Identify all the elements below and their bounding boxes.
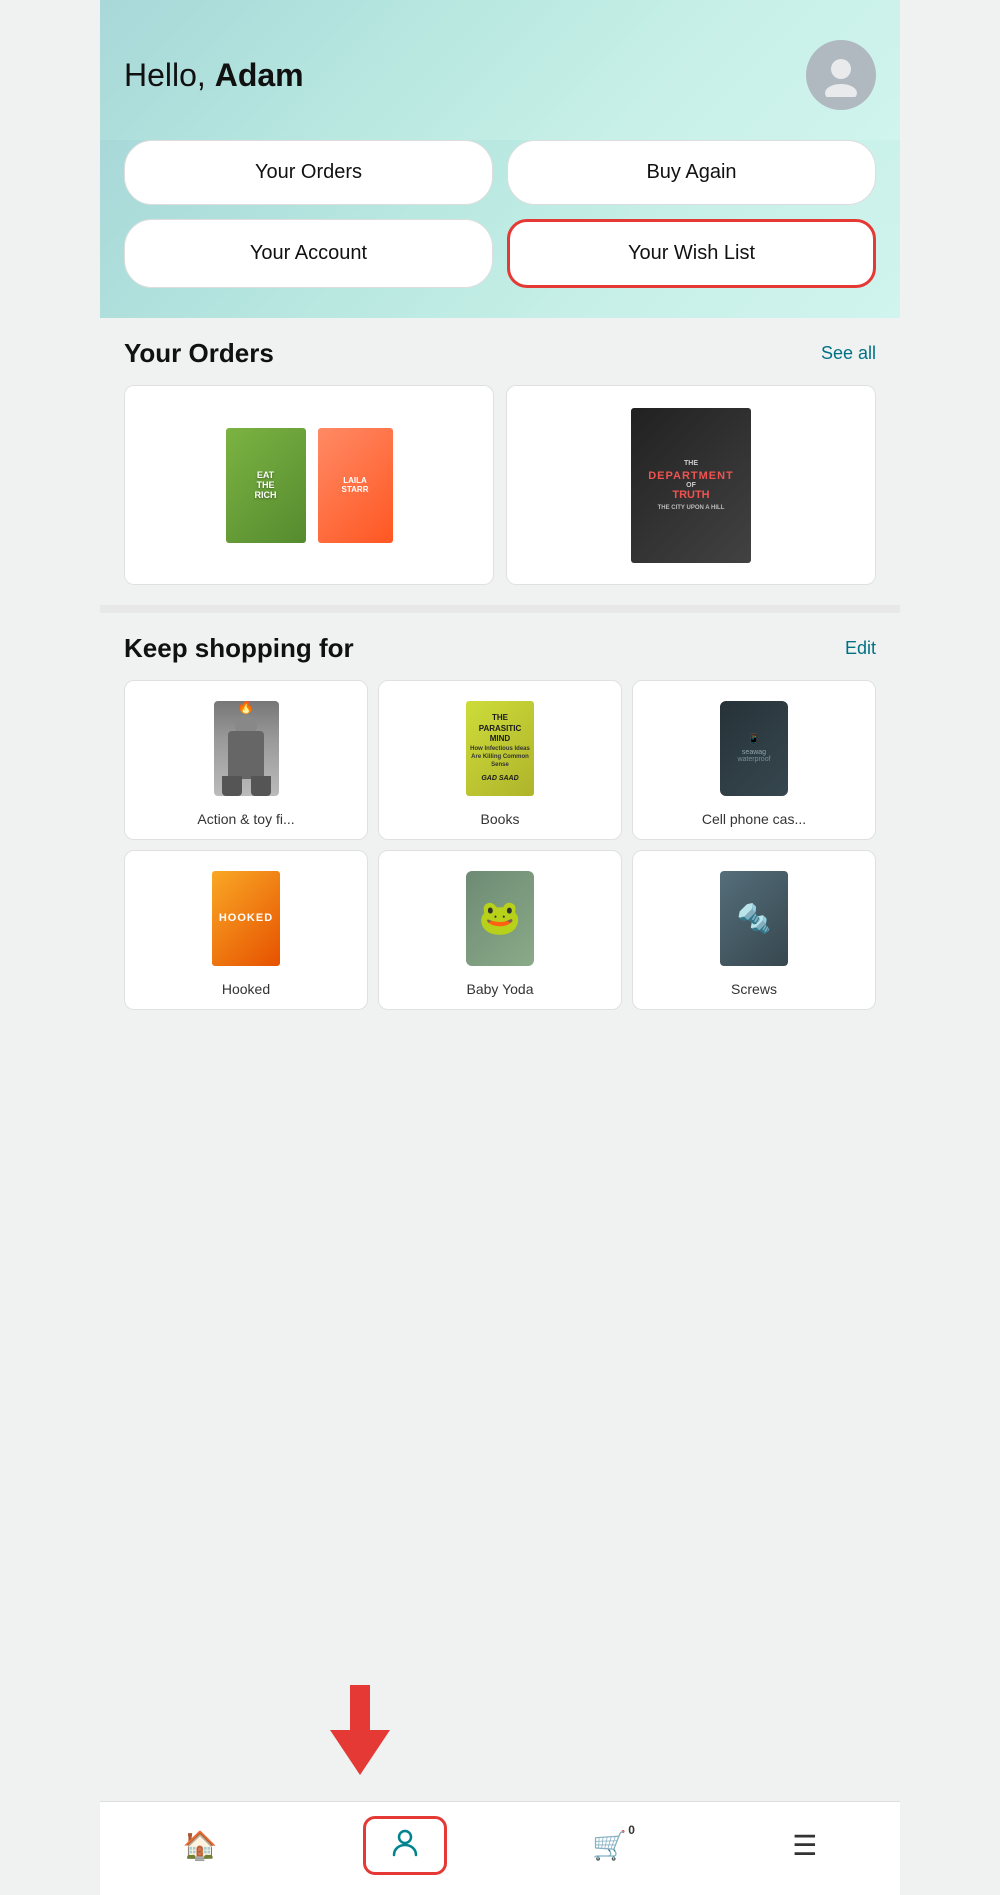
hooked-label: Hooked bbox=[137, 981, 355, 997]
screws-label: Screws bbox=[645, 981, 863, 997]
shopping-grid-row2: HOOKED Hooked 🐸 Baby Yoda bbox=[124, 850, 876, 1010]
shopping-item-phone-cases[interactable]: 📱 seawag waterproof Cell phone cas... bbox=[632, 680, 876, 840]
your-account-button[interactable]: Your Account bbox=[124, 219, 493, 288]
orders-section-title: Your Orders bbox=[124, 338, 274, 369]
phone-case-visual: 📱 seawag waterproof bbox=[720, 701, 788, 796]
action-toy-image: 🔥 bbox=[137, 693, 355, 803]
greeting-text: Hello, Adam bbox=[124, 57, 304, 93]
shopping-item-action-toy[interactable]: 🔥 Action & toy fi... bbox=[124, 680, 368, 840]
your-wish-list-button[interactable]: Your Wish List bbox=[507, 219, 876, 288]
keep-shopping-header: Keep shopping for Edit bbox=[124, 633, 876, 664]
books-label: Books bbox=[391, 811, 609, 827]
order-card-1[interactable]: EATTHERICH LAILASTARR bbox=[124, 385, 494, 585]
orders-see-all-link[interactable]: See all bbox=[821, 343, 876, 364]
books-image: THE PARASITIC MIND How Infectious Ideas … bbox=[391, 693, 609, 803]
home-icon: 🏠 bbox=[183, 1829, 218, 1862]
phone-cases-label: Cell phone cas... bbox=[645, 811, 863, 827]
red-arrow-indicator bbox=[320, 1685, 400, 1780]
order-card-2[interactable]: THE DEPARTMENT OF TRUTH THE CITY UPON A … bbox=[506, 385, 876, 585]
main-content: Your Orders See all EATTHERICH LAILASTAR… bbox=[100, 318, 900, 1010]
hooked-image: HOOKED bbox=[137, 863, 355, 973]
book-dept-truth: THE DEPARTMENT OF TRUTH THE CITY UPON A … bbox=[631, 408, 751, 563]
menu-icon: ☰ bbox=[792, 1829, 817, 1862]
your-orders-section: Your Orders See all EATTHERICH LAILASTAR… bbox=[100, 318, 900, 585]
keep-shopping-edit-link[interactable]: Edit bbox=[845, 638, 876, 659]
shopping-grid-row1: 🔥 Action & toy fi... bbox=[124, 680, 876, 840]
bottom-navigation: 🏠 🛒 0 ☰ bbox=[100, 1801, 900, 1895]
nav-cart[interactable]: 🛒 0 bbox=[572, 1825, 647, 1866]
screws-image: 🔩 bbox=[645, 863, 863, 973]
nav-home[interactable]: 🏠 bbox=[163, 1825, 238, 1866]
shopping-item-books[interactable]: THE PARASITIC MIND How Infectious Ideas … bbox=[378, 680, 622, 840]
shopping-item-hooked[interactable]: HOOKED Hooked bbox=[124, 850, 368, 1010]
avatar-icon bbox=[819, 53, 863, 97]
book-hooked-visual: HOOKED bbox=[212, 871, 280, 966]
orders-grid: EATTHERICH LAILASTARR THE DEPARTMENT OF … bbox=[124, 385, 876, 585]
cart-count: 0 bbox=[628, 1823, 635, 1837]
cart-badge: 🛒 0 bbox=[592, 1829, 627, 1862]
buy-again-button[interactable]: Buy Again bbox=[507, 140, 876, 205]
cart-icon: 🛒 bbox=[592, 1830, 627, 1861]
quick-actions: Your Orders Buy Again Your Account Your … bbox=[100, 140, 900, 318]
orders-section-header: Your Orders See all bbox=[124, 338, 876, 369]
book-laila-starr: LAILASTARR bbox=[318, 428, 393, 543]
nav-menu[interactable]: ☰ bbox=[772, 1825, 837, 1866]
action-toy-label: Action & toy fi... bbox=[137, 811, 355, 827]
book-eat-rich: EATTHERICH bbox=[226, 428, 306, 543]
yoda-visual: 🐸 bbox=[466, 871, 534, 966]
screws-visual: 🔩 bbox=[720, 871, 788, 966]
phone-cases-image: 📱 seawag waterproof bbox=[645, 693, 863, 803]
avatar[interactable] bbox=[806, 40, 876, 110]
header-section: Hello, Adam bbox=[100, 0, 900, 140]
book-parasitic-mind: THE PARASITIC MIND How Infectious Ideas … bbox=[466, 701, 534, 796]
shopping-item-screws[interactable]: 🔩 Screws bbox=[632, 850, 876, 1010]
greeting-username: Adam bbox=[215, 57, 304, 93]
keep-shopping-title: Keep shopping for bbox=[124, 633, 354, 664]
red-arrow-svg bbox=[320, 1685, 400, 1775]
shopping-item-yoda[interactable]: 🐸 Baby Yoda bbox=[378, 850, 622, 1010]
account-icon bbox=[390, 1827, 420, 1864]
your-orders-button[interactable]: Your Orders bbox=[124, 140, 493, 205]
keep-shopping-section: Keep shopping for Edit 🔥 bbox=[100, 613, 900, 1010]
section-divider bbox=[100, 605, 900, 613]
greeting-hello: Hello, bbox=[124, 57, 215, 93]
greeting: Hello, Adam bbox=[124, 57, 304, 94]
yoda-label: Baby Yoda bbox=[391, 981, 609, 997]
yoda-image: 🐸 bbox=[391, 863, 609, 973]
nav-account[interactable] bbox=[363, 1816, 447, 1875]
